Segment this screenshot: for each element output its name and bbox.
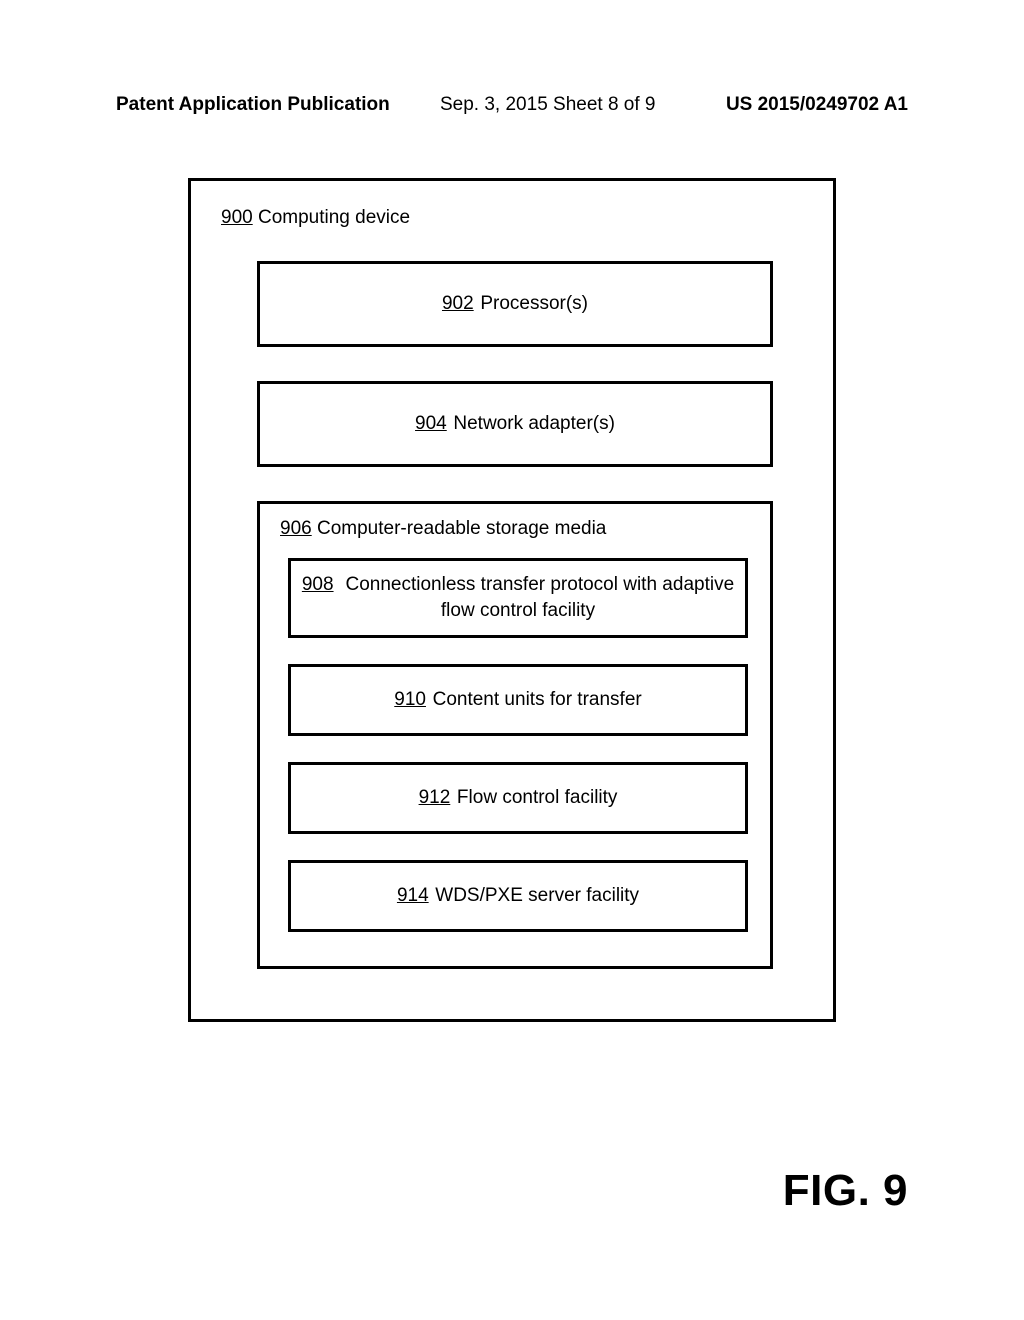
computing-device-label: Computing device	[258, 207, 410, 228]
processors-label: Processor(s)	[480, 293, 588, 315]
ref-num-914: 914	[397, 883, 429, 909]
computing-device-box: 900 Computing device 902 Processor(s) 90…	[188, 178, 836, 1022]
storage-media-label: Computer-readable storage media	[317, 518, 606, 539]
connectionless-protocol-label: Connectionless transfer protocol with ad…	[345, 574, 734, 621]
wds-pxe-box: 914 WDS/PXE server facility	[288, 860, 748, 932]
content-units-box: 910 Content units for transfer	[288, 664, 748, 736]
figure-label: FIG. 9	[783, 1166, 908, 1216]
publication-type: Patent Application Publication	[116, 94, 390, 116]
network-adapters-box: 904 Network adapter(s)	[257, 381, 773, 467]
publication-number: US 2015/0249702 A1	[726, 94, 908, 116]
wds-pxe-label: WDS/PXE server facility	[435, 883, 639, 909]
ref-num-900: 900	[221, 207, 253, 228]
publication-date-sheet: Sep. 3, 2015 Sheet 8 of 9	[440, 94, 656, 116]
network-adapters-label: Network adapter(s)	[453, 413, 615, 435]
ref-num-912: 912	[419, 785, 451, 811]
processors-box: 902 Processor(s)	[257, 261, 773, 347]
ref-num-904: 904	[415, 413, 447, 435]
ref-num-910: 910	[394, 687, 426, 713]
page-header: Patent Application Publication Sep. 3, 2…	[0, 94, 1024, 134]
computing-device-title: 900 Computing device	[221, 207, 410, 229]
content-units-label: Content units for transfer	[433, 687, 642, 713]
storage-media-box: 906 Computer-readable storage media 908 …	[257, 501, 773, 969]
connectionless-protocol-box: 908 Connectionless transfer protocol wit…	[288, 558, 748, 638]
ref-num-908: 908	[302, 574, 334, 595]
storage-media-title: 906 Computer-readable storage media	[280, 518, 606, 540]
ref-num-906: 906	[280, 518, 312, 539]
flow-control-label: Flow control facility	[457, 785, 618, 811]
flow-control-box: 912 Flow control facility	[288, 762, 748, 834]
ref-num-902: 902	[442, 293, 474, 315]
page: Patent Application Publication Sep. 3, 2…	[0, 0, 1024, 1320]
